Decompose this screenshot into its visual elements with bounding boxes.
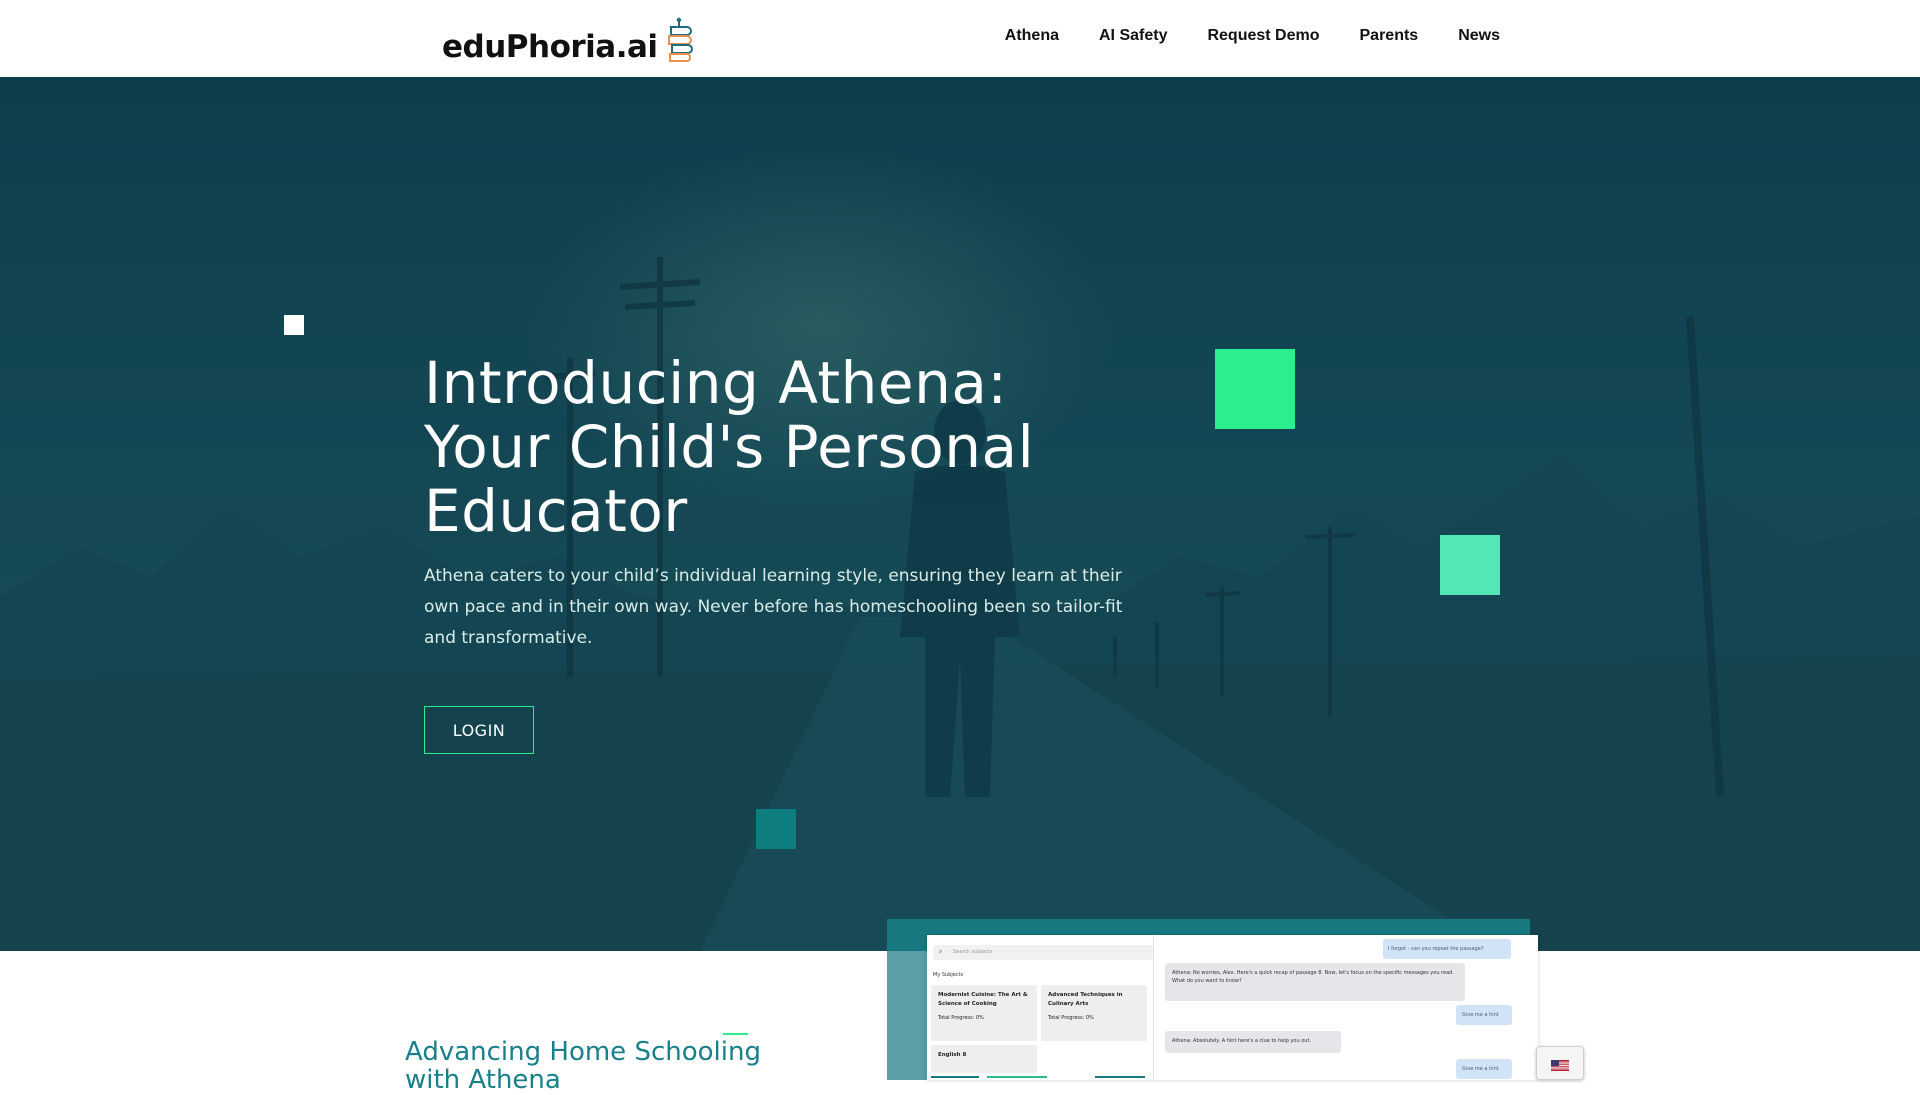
nav-ai-safety[interactable]: AI Safety [1099,27,1167,45]
preview-chat-panel: I forgot - can you repeat the passage? A… [1153,935,1538,1080]
section-title: Advancing Home Schooling with Athena [405,1037,761,1095]
subject-card-title: Modernist Cuisine: The Art & Science of … [938,992,1028,1007]
subject-card-progress: Total Progress: 0% [1048,1015,1094,1021]
preview-progress-bar [931,1076,979,1078]
preview-subjects-panel: ⌕ Search subjects My Subjects Modernist … [927,935,1154,1080]
flag-us-icon [1551,1060,1569,1071]
chat-bubble-user: I forgot - can you repeat the passage? [1383,939,1511,959]
subject-card-title: English 8 [938,1052,967,1058]
nav-parents[interactable]: Parents [1360,27,1419,45]
preview-my-subjects-label: My Subjects [933,972,964,978]
site-logo[interactable]: eduPhoria.ai [442,17,697,63]
chat-bubble-assistant: Athena: Absolutely. A hint here's a clue… [1165,1031,1341,1053]
subject-card-progress: Total Progress: 0% [938,1015,984,1021]
chat-bubble-user: Give me a hint [1456,1059,1512,1079]
preview-progress-bar [987,1076,1047,1078]
chat-bubble-user: Give me a hint [1456,1005,1512,1025]
hero-title: Introducing Athena: Your Child's Persona… [424,349,1035,545]
hero-subtitle: Athena caters to your child’s individual… [424,566,1123,648]
preview-backdrop-light [887,951,927,1080]
preview-search-placeholder: Search subjects [953,949,993,955]
main-nav: Athena AI Safety Request Demo Parents Ne… [965,27,1500,45]
section-accent-line [723,1033,748,1035]
preview-progress-bar [1095,1076,1145,1078]
hero-section: Introducing Athena: Your Child's Persona… [0,77,1920,951]
nav-athena[interactable]: Athena [1005,27,1059,45]
logo-books-icon [667,17,693,62]
decor-square-white [284,315,304,335]
preview-subject-card: Modernist Cuisine: The Art & Science of … [931,985,1037,1041]
site-header: eduPhoria.ai Athena AI Safety Request De… [0,0,1920,77]
app-preview-screenshot: ⌕ Search subjects My Subjects Modernist … [927,935,1538,1080]
language-selector-button[interactable] [1536,1046,1584,1080]
preview-search-input: ⌕ Search subjects [933,945,1153,960]
decor-square-mint [1440,535,1500,595]
chat-bubble-assistant: Athena: No worries, Alex. Here's a quick… [1165,963,1465,1001]
decor-square-green [1215,349,1295,429]
preview-subject-card: Advanced Techniques in Culinary Arts Tot… [1041,985,1147,1041]
nav-request-demo[interactable]: Request Demo [1207,27,1319,45]
subject-card-title: Advanced Techniques in Culinary Arts [1048,992,1123,1007]
preview-subject-card: English 8 [931,1045,1037,1073]
search-icon: ⌕ [939,948,943,955]
logo-text: eduPhoria.ai [442,29,658,65]
decor-square-teal [756,809,796,849]
nav-news[interactable]: News [1458,27,1500,45]
login-button[interactable]: LOGIN [424,706,534,754]
